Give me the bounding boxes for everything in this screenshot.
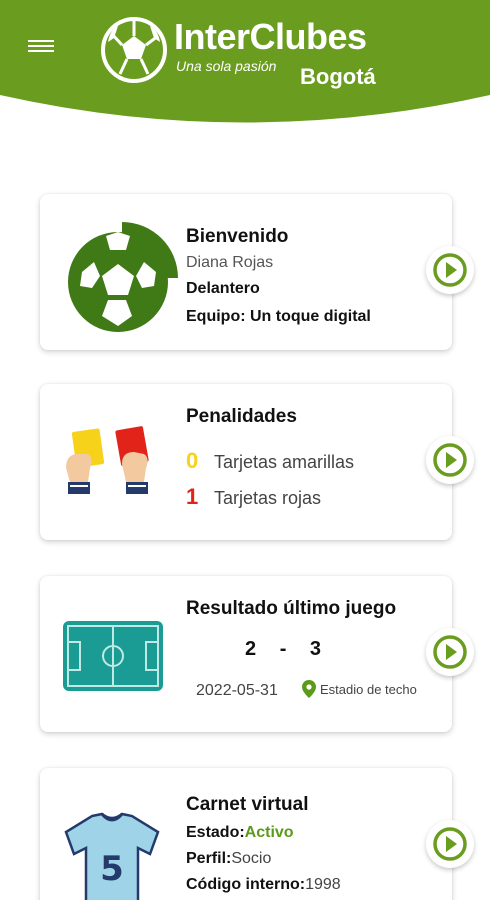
soccer-ball-icon: [68, 222, 178, 332]
app-header: InterClubes Una sola pasión Bogotá: [0, 0, 490, 130]
play-circle-icon: [433, 827, 467, 861]
profile-label: Perfil:: [186, 850, 232, 867]
penalties-card[interactable]: Penalidades 0 Tarjetas amarillas 1 Tarje…: [40, 384, 474, 540]
welcome-card[interactable]: Bienvenido Diana Rojas Delantero Equipo:…: [40, 194, 474, 350]
player-position: Delantero: [186, 280, 260, 297]
red-cards-label: Tarjetas rojas: [214, 488, 322, 508]
status-label: Estado:: [186, 824, 245, 841]
virtual-id-card[interactable]: 5 Carnet virtual Estado:Activo Perfil:So…: [40, 768, 474, 900]
code-value: 1998: [305, 876, 341, 893]
match-score: 2 - 3: [245, 638, 321, 661]
app-logo: InterClubes Una sola pasión Bogotá: [100, 14, 390, 94]
play-circle-icon: [433, 635, 467, 669]
jersey-number: 5: [100, 849, 124, 889]
logo-ball-icon: [101, 17, 167, 83]
penalties-open-button[interactable]: [426, 436, 474, 484]
score-separator: -: [279, 638, 287, 660]
logo-brand-text: InterClubes: [174, 16, 367, 57]
soccer-field-icon: [63, 621, 163, 691]
player-team: Equipo: Un toque digital: [186, 308, 371, 325]
match-date: 2022-05-31: [196, 682, 278, 699]
penalties-title: Penalidades: [186, 406, 297, 427]
last-match-open-button[interactable]: [426, 628, 474, 676]
code-row: Código interno:1998: [186, 876, 341, 894]
match-venue: Estadio de techo: [302, 680, 417, 698]
hamburger-icon[interactable]: [28, 40, 54, 56]
virtual-id-title: Carnet virtual: [186, 794, 309, 815]
venue-name: Estadio de techo: [320, 681, 417, 697]
status-value: Activo: [244, 824, 294, 841]
last-match-card[interactable]: Resultado último juego 2 - 3 2022-05-31 …: [40, 576, 474, 732]
play-circle-icon: [433, 443, 467, 477]
yellow-cards-label: Tarjetas amarillas: [214, 452, 355, 472]
away-score: 3: [309, 638, 322, 660]
welcome-title: Bienvenido: [186, 226, 289, 247]
player-name: Diana Rojas: [186, 254, 274, 271]
yellow-cards-row: 0 Tarjetas amarillas: [186, 448, 354, 474]
last-match-title: Resultado último juego: [186, 598, 397, 619]
location-pin-icon: [302, 680, 316, 698]
code-label: Código interno:: [186, 876, 306, 893]
play-circle-icon: [433, 253, 467, 287]
jersey-icon: 5: [64, 812, 160, 900]
logo-tagline: Una sola pasión: [176, 58, 277, 74]
referee-cards-icon: [66, 426, 149, 494]
virtual-id-open-button[interactable]: [426, 820, 474, 868]
profile-row: Perfil:Socio: [186, 850, 271, 868]
red-cards-count: 1: [186, 484, 199, 509]
red-cards-row: 1 Tarjetas rojas: [186, 484, 321, 510]
logo-city: Bogotá: [300, 64, 376, 89]
status-row: Estado:Activo: [186, 824, 294, 842]
welcome-open-button[interactable]: [426, 246, 474, 294]
profile-value: Socio: [231, 850, 272, 867]
home-score: 2: [245, 638, 257, 660]
yellow-cards-count: 0: [186, 448, 199, 473]
